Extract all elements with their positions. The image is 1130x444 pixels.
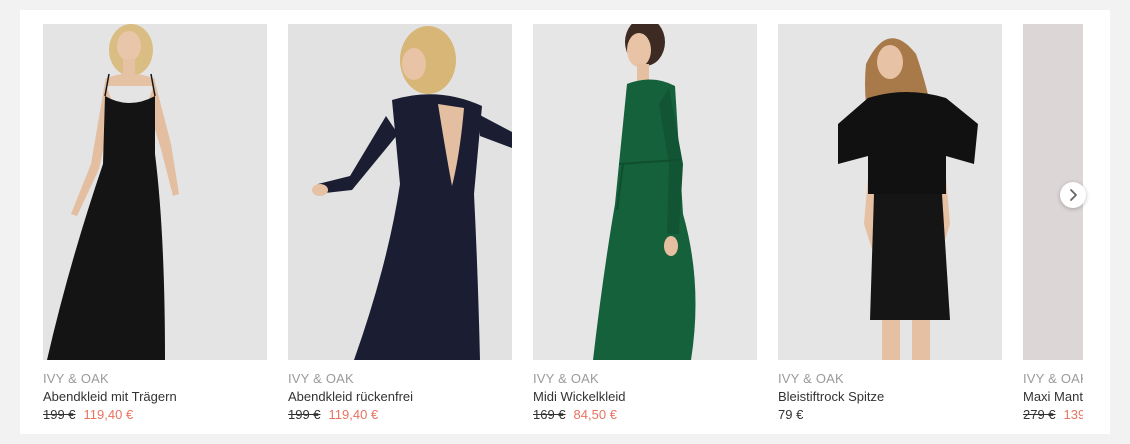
product-price: 199 € 119,40 €	[288, 407, 378, 422]
sale-price: 119,40 €	[83, 407, 134, 422]
original-price: 169 €	[533, 407, 566, 422]
product-price: 169 € 84,50 €	[533, 407, 617, 422]
product-photo-backless-dress	[288, 24, 512, 360]
product-title[interactable]: Bleistiftrock Spitze	[778, 389, 884, 404]
product-card[interactable]: IVY & OAK Abendkleid mit Trägern 199 € 11…	[43, 24, 267, 424]
product-brand: IVY & OAK	[778, 371, 844, 386]
sale-price: 119,40 €	[328, 407, 379, 422]
product-card[interactable]: IVY & OAK Bleistiftrock Spitze 79 €	[778, 24, 1002, 424]
product-title[interactable]: Abendkleid mit Trägern	[43, 389, 177, 404]
product-card[interactable]: IVY & OAK Midi Wickelkleid 169 € 84,50 €	[533, 24, 757, 424]
carousel-next-button[interactable]	[1060, 182, 1086, 208]
original-price: 279 €	[1023, 407, 1056, 422]
product-brand: IVY & OAK	[43, 371, 109, 386]
product-card[interactable]: IVY & OAK Abendkleid rückenfrei 199 € 119…	[288, 24, 512, 424]
product-price: 199 € 119,40 €	[43, 407, 133, 422]
sale-price: 84,50 €	[573, 407, 617, 422]
product-card[interactable]: IVY & OAK Maxi Mant 279 € 139	[1023, 24, 1083, 424]
product-title[interactable]: Abendkleid rückenfrei	[288, 389, 413, 404]
product-image[interactable]	[43, 24, 267, 360]
product-price: 79 €	[778, 407, 803, 422]
original-price: 199 €	[288, 407, 321, 422]
product-brand: IVY & OAK	[533, 371, 599, 386]
product-title[interactable]: Midi Wickelkleid	[533, 389, 625, 404]
product-title[interactable]: Maxi Mant	[1023, 389, 1083, 404]
product-image[interactable]	[533, 24, 757, 360]
regular-price: 79 €	[778, 407, 804, 422]
chevron-right-icon	[1070, 189, 1077, 201]
original-price: 199 €	[43, 407, 76, 422]
recommendations-panel: IVY & OAK Abendkleid mit Trägern 199 € 11…	[20, 10, 1110, 434]
product-image[interactable]	[778, 24, 1002, 360]
product-brand: IVY & OAK	[288, 371, 354, 386]
product-photo-wrap-dress	[533, 24, 757, 360]
product-carousel: IVY & OAK Abendkleid mit Trägern 199 € 11…	[43, 24, 1083, 424]
product-photo-maxi-strap-dress	[43, 24, 267, 360]
product-price: 279 € 139	[1023, 407, 1083, 422]
product-photo-lace-pencil-skirt	[778, 24, 1002, 360]
sale-price: 139	[1063, 407, 1083, 422]
product-image[interactable]	[288, 24, 512, 360]
product-brand: IVY & OAK	[1023, 371, 1083, 386]
